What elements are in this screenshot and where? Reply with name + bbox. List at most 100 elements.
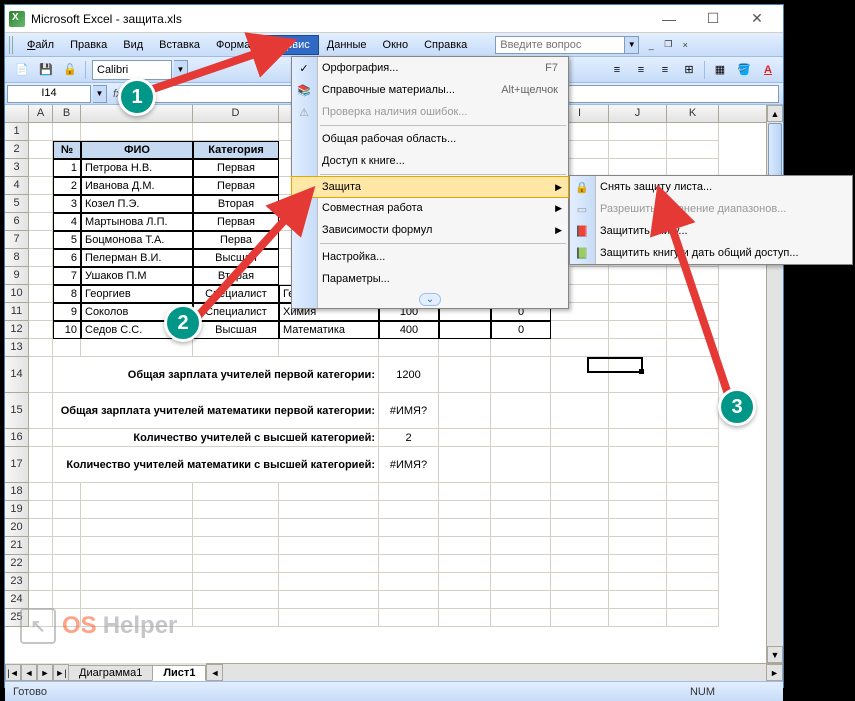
- cell[interactable]: [29, 231, 53, 249]
- cell[interactable]: [53, 519, 81, 537]
- cell[interactable]: Количество учителей математики с высшей …: [53, 447, 379, 483]
- cell[interactable]: [29, 339, 53, 357]
- cell[interactable]: 2: [379, 429, 439, 447]
- cell[interactable]: [29, 177, 53, 195]
- menuitem-protect-book[interactable]: 📕 Защитить книгу...: [570, 220, 852, 242]
- cell[interactable]: 6: [53, 249, 81, 267]
- cell[interactable]: [29, 321, 53, 339]
- cell[interactable]: [439, 555, 491, 573]
- select-all-corner[interactable]: [5, 105, 29, 122]
- maximize-button[interactable]: ☐: [691, 7, 735, 31]
- borders-icon[interactable]: ▦: [709, 59, 731, 81]
- hscroll-track[interactable]: ◄ ►: [206, 663, 783, 681]
- cell[interactable]: [667, 123, 719, 141]
- menuitem-errorcheck[interactable]: ⚠ Проверка наличия ошибок...: [292, 101, 568, 123]
- cell[interactable]: [379, 573, 439, 591]
- cell[interactable]: [53, 537, 81, 555]
- cell[interactable]: [609, 285, 667, 303]
- cell[interactable]: [439, 393, 491, 429]
- sheet-tab-list1[interactable]: Лист1: [152, 665, 206, 681]
- cell[interactable]: #ИМЯ?: [379, 393, 439, 429]
- cell[interactable]: [439, 339, 491, 357]
- cell[interactable]: Иванова Д.М.: [81, 177, 193, 195]
- cell[interactable]: [439, 501, 491, 519]
- cell[interactable]: [279, 339, 379, 357]
- cell[interactable]: [667, 303, 719, 321]
- col-header-D[interactable]: D: [193, 105, 279, 122]
- cell[interactable]: 1: [53, 159, 81, 177]
- cell[interactable]: [609, 609, 667, 627]
- cell[interactable]: #ИМЯ?: [379, 447, 439, 483]
- cell[interactable]: [379, 591, 439, 609]
- cell[interactable]: [193, 555, 279, 573]
- name-box[interactable]: I14: [7, 85, 91, 103]
- cell[interactable]: [609, 321, 667, 339]
- cell[interactable]: [193, 501, 279, 519]
- cell[interactable]: [81, 537, 193, 555]
- cell[interactable]: [667, 573, 719, 591]
- menuitem-research[interactable]: 📚 Справочные материалы...Alt+щелчок: [292, 79, 568, 101]
- cell[interactable]: [667, 483, 719, 501]
- cell[interactable]: [439, 537, 491, 555]
- cell[interactable]: 2: [53, 177, 81, 195]
- cell[interactable]: [551, 519, 609, 537]
- cell[interactable]: [551, 393, 609, 429]
- menuitem-allow-ranges[interactable]: ▭ Разрешить изменение диапазонов...: [570, 198, 852, 220]
- cell[interactable]: Вторая: [193, 195, 279, 213]
- cell[interactable]: [193, 609, 279, 627]
- row-header[interactable]: 18: [5, 483, 29, 501]
- mdi-close[interactable]: ×: [677, 38, 693, 52]
- tab-nav-prev[interactable]: ◄: [21, 664, 37, 681]
- row-header[interactable]: 16: [5, 429, 29, 447]
- cell[interactable]: Математика: [279, 321, 379, 339]
- cell[interactable]: [193, 573, 279, 591]
- cell[interactable]: [439, 609, 491, 627]
- cell[interactable]: 10: [53, 321, 81, 339]
- menu-view[interactable]: Вид: [115, 36, 151, 54]
- row-header[interactable]: 22: [5, 555, 29, 573]
- font-name-dropdown[interactable]: ▼: [174, 60, 188, 80]
- cell[interactable]: Пелерман В.И.: [81, 249, 193, 267]
- cell[interactable]: [379, 339, 439, 357]
- row-header[interactable]: 7: [5, 231, 29, 249]
- cell[interactable]: 9: [53, 303, 81, 321]
- cell[interactable]: [491, 339, 551, 357]
- cell[interactable]: [609, 447, 667, 483]
- permission-icon[interactable]: 🔓: [59, 59, 81, 81]
- cell[interactable]: [193, 483, 279, 501]
- cell[interactable]: [29, 195, 53, 213]
- col-header-K[interactable]: K: [667, 105, 719, 122]
- cell[interactable]: [439, 321, 491, 339]
- cell[interactable]: [609, 537, 667, 555]
- cell[interactable]: [667, 429, 719, 447]
- row-header[interactable]: 21: [5, 537, 29, 555]
- cell[interactable]: [609, 591, 667, 609]
- cell[interactable]: Высшая: [193, 321, 279, 339]
- cell[interactable]: [29, 501, 53, 519]
- row-header[interactable]: 11: [5, 303, 29, 321]
- cell[interactable]: [551, 429, 609, 447]
- scroll-down-button[interactable]: ▼: [767, 646, 783, 663]
- new-icon[interactable]: 📄: [11, 59, 33, 81]
- cell[interactable]: [609, 573, 667, 591]
- menu-expand-chevron[interactable]: ⌄: [294, 292, 566, 306]
- cell[interactable]: [379, 519, 439, 537]
- cell[interactable]: [81, 339, 193, 357]
- cell[interactable]: [81, 591, 193, 609]
- row-header[interactable]: 6: [5, 213, 29, 231]
- hscroll-left[interactable]: ◄: [206, 664, 223, 681]
- menu-format[interactable]: Формат: [208, 36, 263, 54]
- menu-help[interactable]: Справка: [416, 36, 475, 54]
- menuitem-shared-workspace[interactable]: Общая рабочая область...: [292, 128, 568, 150]
- cell[interactable]: [81, 573, 193, 591]
- font-name-box[interactable]: Calibri: [92, 60, 172, 80]
- cell[interactable]: [491, 555, 551, 573]
- close-button[interactable]: ✕: [735, 7, 779, 31]
- cell[interactable]: 7: [53, 267, 81, 285]
- cell[interactable]: Первая: [193, 159, 279, 177]
- minimize-button[interactable]: —: [647, 7, 691, 31]
- row-header[interactable]: 23: [5, 573, 29, 591]
- cell[interactable]: [667, 285, 719, 303]
- align-left-icon[interactable]: ≡: [606, 59, 628, 81]
- row-header[interactable]: 19: [5, 501, 29, 519]
